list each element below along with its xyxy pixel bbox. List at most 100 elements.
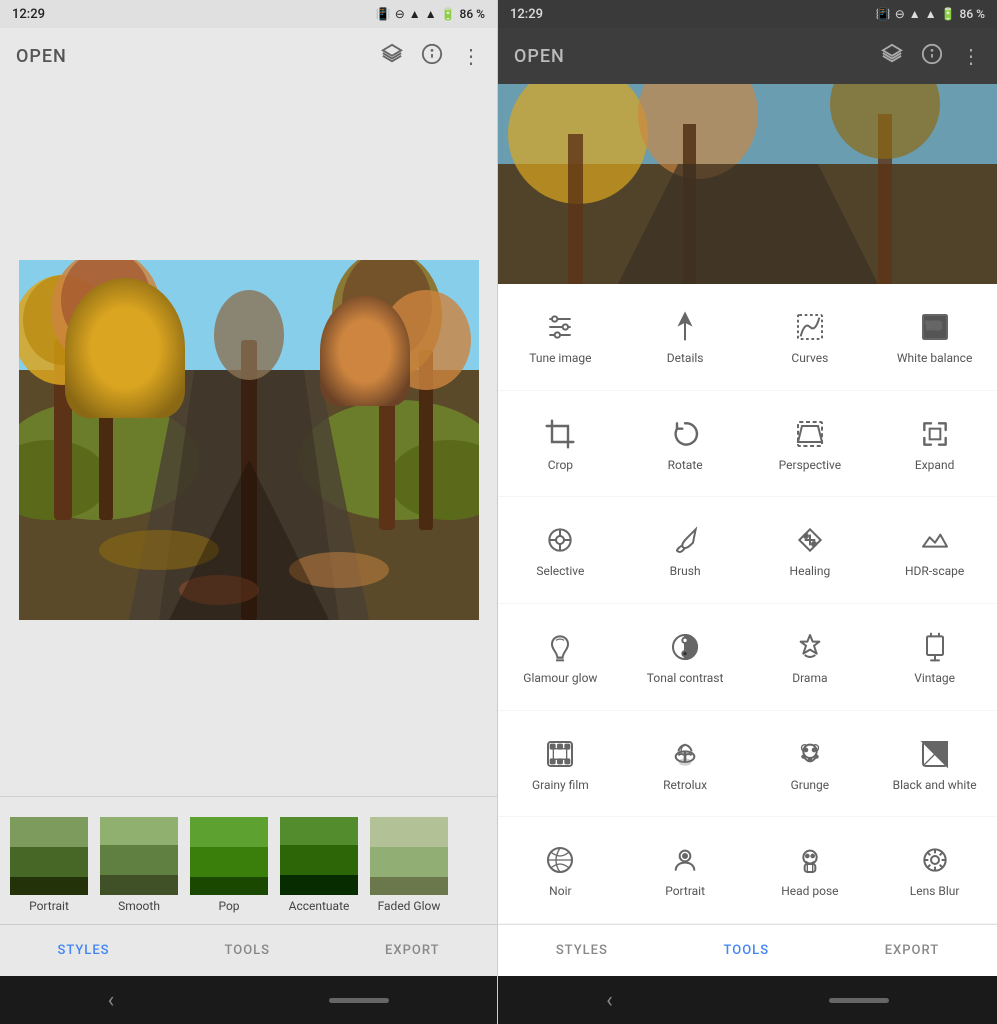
tool-lensblur[interactable]: Lens Blur (872, 817, 997, 924)
tab-styles-left[interactable]: STYLES (41, 935, 125, 966)
tool-grunge[interactable]: Grunge (748, 711, 873, 818)
style-thumb-accentuate (280, 817, 358, 895)
style-thumb-portrait (10, 817, 88, 895)
nav-bar-left: ‹ (0, 976, 497, 1024)
tool-label-hdr: HDR-scape (905, 564, 964, 580)
brush-icon (669, 524, 701, 556)
tab-export-left[interactable]: EXPORT (369, 935, 455, 966)
tool-white-balance[interactable]: WB White balance (872, 284, 997, 391)
tool-label-healing: Healing (790, 564, 831, 580)
tool-tune-image[interactable]: Tune image (498, 284, 623, 391)
top-bar-left: OPEN ⋮ (0, 28, 497, 84)
tool-label-bw: Black and white (893, 778, 977, 794)
tab-tools-left[interactable]: TOOLS (209, 935, 287, 966)
image-preview-right (498, 84, 997, 284)
layers-icon-left[interactable] (381, 43, 403, 70)
info-icon-left[interactable] (421, 43, 443, 70)
style-pop[interactable]: Pop (188, 817, 270, 913)
noir-icon (544, 844, 576, 876)
tool-bw[interactable]: Black and white (872, 711, 997, 818)
left-panel: 12:29 📳 ⊖ ▲ ▲ 🔋 86 % OPEN (0, 0, 498, 1024)
tonal-icon (669, 631, 701, 663)
rotate-icon (669, 418, 701, 450)
tools-grid: Tune image Details Curves WB White bala (498, 284, 997, 924)
more-icon-left[interactable]: ⋮ (461, 44, 481, 68)
style-label-faded-glow: Faded Glow (378, 899, 441, 913)
status-icons-left: 📳 ⊖ ▲ ▲ 🔋 86 % (376, 7, 485, 21)
main-photo-left (19, 260, 479, 620)
tab-styles-right[interactable]: STYLES (540, 935, 624, 966)
tool-glamour[interactable]: Glamour glow (498, 604, 623, 711)
more-icon-right[interactable]: ⋮ (961, 44, 981, 68)
tool-perspective[interactable]: Perspective (748, 391, 873, 498)
tool-expand[interactable]: Expand (872, 391, 997, 498)
tool-label-details: Details (667, 351, 704, 367)
tool-label-portrait-filter: Portrait (665, 884, 705, 900)
signal-icon-right: ▲ (925, 7, 937, 21)
vibrate-icon: 📳 (376, 7, 391, 21)
tune-icon (544, 311, 576, 343)
tool-hdr[interactable]: HDR-scape (872, 497, 997, 604)
tool-noir[interactable]: Noir (498, 817, 623, 924)
grainy-icon (544, 738, 576, 770)
tool-label-brush: Brush (670, 564, 701, 580)
style-label-pop: Pop (218, 899, 239, 913)
style-thumb-faded-glow (370, 817, 448, 895)
svg-text:WB: WB (925, 320, 941, 333)
headpose-icon (794, 844, 826, 876)
tool-details[interactable]: Details (623, 284, 748, 391)
back-icon-left[interactable]: ‹ (108, 988, 115, 1013)
tool-healing[interactable]: Healing (748, 497, 873, 604)
info-icon-right[interactable] (921, 43, 943, 70)
style-label-smooth: Smooth (118, 899, 160, 913)
tool-headpose[interactable]: Head pose (748, 817, 873, 924)
selective-icon (544, 524, 576, 556)
status-bar-left: 12:29 📳 ⊖ ▲ ▲ 🔋 86 % (0, 0, 497, 28)
dnd-icon-right: ⊖ (895, 7, 905, 21)
tool-crop[interactable]: Crop (498, 391, 623, 498)
style-accentuate[interactable]: Accentuate (278, 817, 360, 913)
style-portrait[interactable]: Portrait (8, 817, 90, 913)
tab-bar-right: STYLES TOOLS EXPORT (498, 924, 997, 976)
expand-icon (919, 418, 951, 450)
status-bar-right: 12:29 📳 ⊖ ▲ ▲ 🔋 86 % (498, 0, 997, 28)
wb-icon: WB (919, 311, 951, 343)
back-icon-right[interactable]: ‹ (606, 988, 613, 1013)
layers-icon-right[interactable] (881, 43, 903, 70)
tool-label-vintage: Vintage (914, 671, 955, 687)
right-panel: 12:29 📳 ⊖ ▲ ▲ 🔋 86 % OPEN (498, 0, 997, 1024)
tab-export-right[interactable]: EXPORT (869, 935, 955, 966)
tool-label-expand: Expand (915, 458, 954, 474)
time-left: 12:29 (12, 7, 45, 22)
tool-drama[interactable]: Drama (748, 604, 873, 711)
tool-label-tonal: Tonal contrast (647, 671, 724, 687)
tab-bar-left: STYLES TOOLS EXPORT (0, 924, 497, 976)
portrait-icon (669, 844, 701, 876)
tab-tools-right[interactable]: TOOLS (708, 935, 786, 966)
tool-selective[interactable]: Selective (498, 497, 623, 604)
battery-icon: 🔋 (441, 7, 456, 21)
tool-grainy[interactable]: Grainy film (498, 711, 623, 818)
home-pill-left[interactable] (329, 998, 389, 1003)
top-bar-icons-right: ⋮ (881, 43, 981, 70)
style-faded-glow[interactable]: Faded Glow (368, 817, 450, 913)
battery-pct-right: 86 % (960, 7, 985, 21)
tool-retrolux[interactable]: Retrolux (623, 711, 748, 818)
tool-label-grainy: Grainy film (532, 778, 589, 794)
style-label-accentuate: Accentuate (289, 899, 350, 913)
curves-icon (794, 311, 826, 343)
tool-rotate[interactable]: Rotate (623, 391, 748, 498)
tool-brush[interactable]: Brush (623, 497, 748, 604)
status-icons-right: 📳 ⊖ ▲ ▲ 🔋 86 % (876, 7, 985, 21)
tool-vintage[interactable]: Vintage (872, 604, 997, 711)
tool-tonal[interactable]: Tonal contrast (623, 604, 748, 711)
home-pill-right[interactable] (829, 998, 889, 1003)
tool-label-headpose: Head pose (781, 884, 838, 900)
style-thumb-pop (190, 817, 268, 895)
tool-label-glamour: Glamour glow (523, 671, 597, 687)
glamour-icon (544, 631, 576, 663)
dnd-icon: ⊖ (395, 7, 405, 21)
tool-portrait-filter[interactable]: Portrait (623, 817, 748, 924)
style-smooth[interactable]: Smooth (98, 817, 180, 913)
tool-curves[interactable]: Curves (748, 284, 873, 391)
